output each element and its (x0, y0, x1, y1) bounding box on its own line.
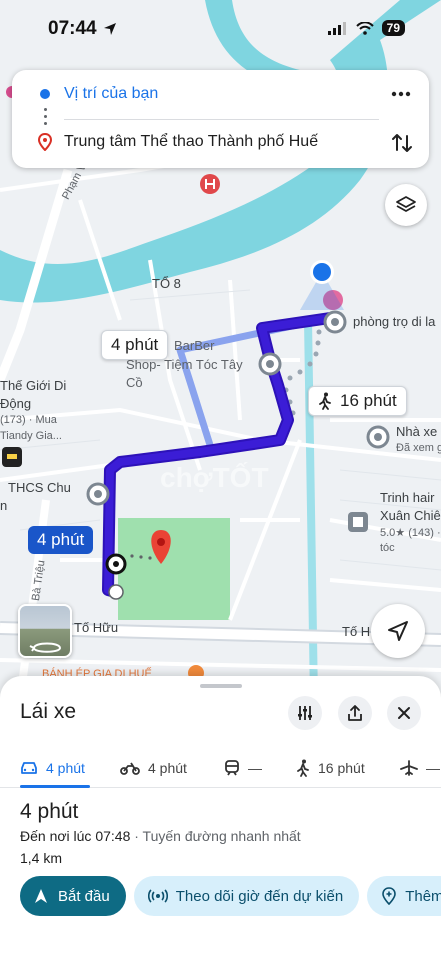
status-time: 07:44 (48, 18, 97, 39)
close-icon (398, 707, 410, 719)
battery-indicator: 79 (381, 20, 405, 36)
follow-eta-label: Theo dõi giờ đến dự kiến (175, 887, 344, 905)
start-button[interactable]: Bắt đầu (20, 876, 126, 916)
street-view-icon (29, 642, 62, 653)
motorbike-icon (120, 762, 140, 775)
arrival-time: Đến nơi lúc 07:48 (20, 828, 131, 844)
close-button[interactable] (387, 696, 421, 730)
map-label-barber-3: Cồ (126, 375, 143, 390)
route-distance: 1,4 km (20, 850, 63, 866)
layers-icon (396, 196, 416, 212)
route-divider (64, 119, 379, 120)
route-options-button[interactable] (288, 696, 322, 730)
map-label-trinh: Trinh hair (380, 490, 435, 505)
sheet-title: Lái xe (20, 700, 77, 723)
route-note: · Tuyến đường nhanh nhất (130, 828, 301, 844)
my-location-button[interactable] (371, 604, 425, 658)
map-label-trinh-4: tóc (380, 542, 395, 554)
share-button[interactable] (338, 696, 372, 730)
destination-field[interactable]: Trung tâm Thể thao Thành phố Huế (12, 122, 429, 162)
map-label-thegioi: Thế Giới Di (0, 378, 67, 393)
map-label-tohuu: Tố Hữu (74, 620, 119, 635)
swap-directions-icon[interactable] (389, 130, 415, 156)
map-label-trinh-2: Xuân Chiê (380, 508, 441, 523)
share-icon (348, 705, 362, 721)
plane-icon (400, 760, 418, 776)
map-label-to8: TỔ 8 (152, 276, 181, 291)
sliders-icon (298, 706, 312, 720)
alt-route-time: 4 phút (111, 335, 159, 354)
map-label-thegioi-4: Tiandy Gia... (0, 430, 62, 442)
train-icon (225, 760, 239, 776)
location-arrow-icon (104, 23, 116, 35)
arrival-info: Đến nơi lúc 07:48 · Tuyến đường nhanh nh… (20, 828, 301, 844)
destination-text: Trung tâm Thể thao Thành phố Huế (64, 133, 319, 150)
active-tab-indicator (20, 785, 90, 788)
tab-car-label: 4 phút (46, 760, 85, 776)
signal-icon (327, 21, 346, 35)
tab-motorbike[interactable]: 4 phút (120, 748, 187, 788)
tab-walk[interactable]: 16 phút (296, 748, 365, 788)
main-route-time: 4 phút (37, 530, 85, 549)
walk-time-bubble[interactable]: 16 phút (308, 386, 407, 416)
tab-transit[interactable]: — (224, 748, 262, 788)
map-label-thcs-2: n (0, 498, 8, 513)
car-icon (21, 762, 37, 774)
watermark-logo: chợTỐT (160, 462, 269, 493)
alt-route-time-bubble[interactable]: 4 phút (101, 330, 169, 360)
tab-flight[interactable]: — (400, 748, 440, 788)
tab-car[interactable]: 4 phút (20, 748, 85, 788)
tab-motorbike-label: 4 phút (148, 760, 187, 776)
map-label-thcs: THCS Chu (8, 480, 71, 495)
add-stop-button[interactable]: Thêm (367, 876, 441, 916)
map-label-tohuu-2: Tố H (342, 624, 371, 639)
broadcast-icon (147, 889, 168, 903)
walk-icon (297, 759, 309, 777)
add-stop-label: Thêm (405, 887, 441, 905)
map-label-phongtro: phòng trọ di la (353, 314, 436, 329)
map-label-trinh-3: 5.0★ (143) · (380, 527, 441, 539)
start-button-label: Bắt đầu (58, 887, 110, 905)
main-route-time-bubble[interactable]: 4 phút (28, 526, 94, 554)
tab-transit-label: — (248, 760, 262, 776)
directions-sheet: Lái xe 4 phút 4 phút — 16 phút — 4 phút … (0, 676, 441, 960)
origin-text: Vị trí của bạn (64, 85, 159, 102)
status-bar: 07:44 79 (0, 0, 441, 56)
origin-dot-icon (39, 88, 51, 100)
walk-icon (319, 392, 331, 410)
map-label-thegioi-2: Động (0, 396, 32, 411)
travel-mode-tabs: 4 phút 4 phút — 16 phút — (0, 748, 441, 788)
walk-time: 16 phút (340, 391, 397, 410)
route-search-card: Vị trí của bạn Trung tâm Thể thao Thành … (12, 70, 429, 168)
route-duration: 4 phút (20, 800, 79, 823)
tab-walk-label: 16 phút (318, 760, 365, 776)
wifi-icon (355, 21, 374, 35)
tab-flight-label: — (426, 760, 440, 776)
add-location-icon (382, 887, 397, 905)
map-label-barber: BarBer (174, 338, 215, 353)
map-label-damcuoi: Đã xem gần (396, 442, 441, 454)
follow-eta-button[interactable]: Theo dõi giờ đến dự kiến (133, 876, 360, 916)
sheet-handle[interactable] (200, 684, 242, 688)
layers-button[interactable] (385, 184, 427, 226)
destination-pin-icon (38, 133, 52, 151)
origin-field[interactable]: Vị trí của bạn (12, 74, 429, 114)
map-label-nhaxe: Nhà xe (396, 424, 438, 439)
action-buttons: Bắt đầu Theo dõi giờ đến dự kiến Thêm (20, 876, 441, 916)
navigation-arrow-icon (35, 889, 47, 903)
more-options-icon[interactable] (389, 82, 413, 106)
map-label-thegioi-3: (173) · Mua (0, 414, 57, 426)
street-view-thumbnail[interactable] (18, 604, 72, 658)
navigation-arrow-icon (388, 621, 408, 641)
